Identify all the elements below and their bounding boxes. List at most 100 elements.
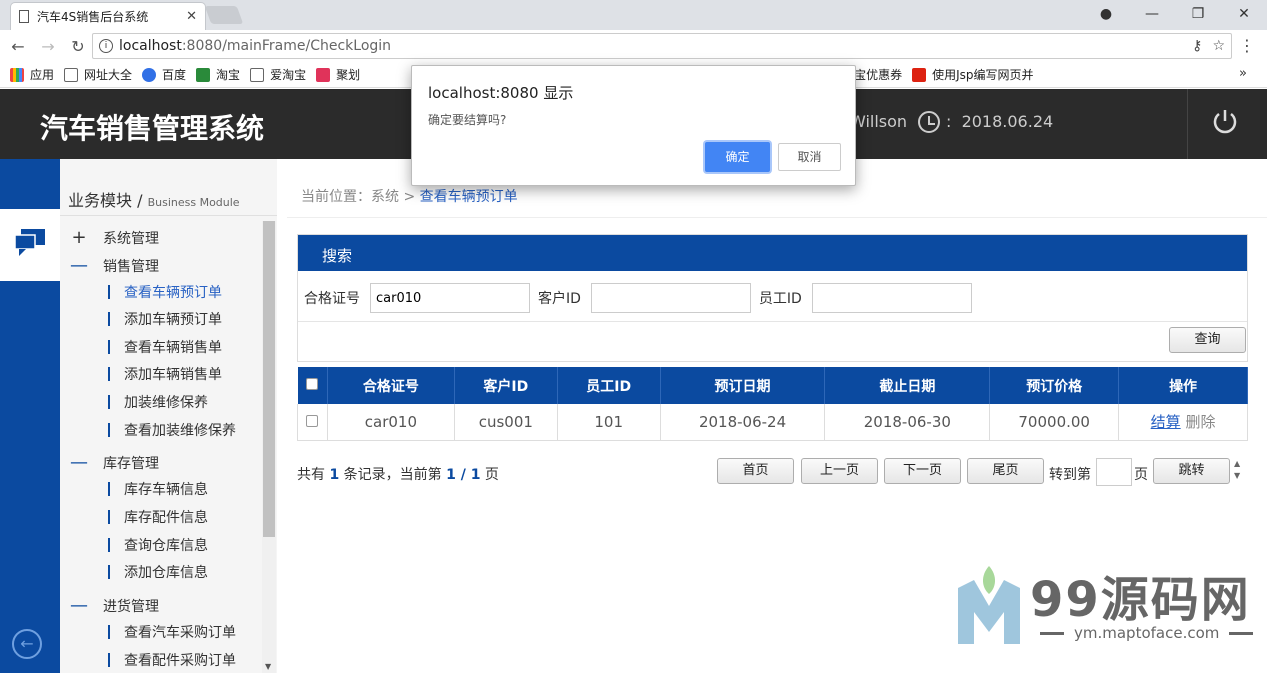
new-tab-button[interactable] <box>204 6 244 24</box>
sidebar-item-stock-parts[interactable]: 库存配件信息 <box>108 507 208 527</box>
next-page-button[interactable]: 下一页 <box>884 458 961 484</box>
tab-close-icon[interactable]: ✕ <box>186 9 197 24</box>
sidebar-scrollbar[interactable]: ▼ <box>262 221 276 673</box>
browser-tab[interactable]: 汽车4S销售后台系统 ✕ <box>10 2 206 30</box>
prev-page-button[interactable]: 上一页 <box>801 458 878 484</box>
confirm-button[interactable]: 确定 <box>705 142 770 172</box>
bookmark-item[interactable]: 使用Jsp编写网页并 <box>912 66 1034 83</box>
minus-icon: — <box>70 452 88 473</box>
cancel-button[interactable]: 取消 <box>778 143 841 171</box>
bookmark-item[interactable]: 淘宝 <box>196 66 240 83</box>
settle-link[interactable]: 结算 <box>1151 413 1181 431</box>
maximize-icon[interactable]: ❐ <box>1175 6 1221 22</box>
left-rail: ← <box>0 159 60 673</box>
first-page-button[interactable]: 首页 <box>717 458 794 484</box>
dialog-title: localhost:8080 显示 <box>428 84 574 102</box>
cert-label: 合格证号 <box>304 291 360 307</box>
info-icon[interactable]: i <box>99 39 113 53</box>
goto-page-input[interactable] <box>1096 458 1132 486</box>
clock-icon <box>918 111 940 133</box>
page-label: 页 <box>1134 467 1148 483</box>
sidebar-title: 业务模块 / Business Module <box>68 191 240 210</box>
baidu-icon <box>142 67 157 82</box>
address-bar[interactable]: i localhost:8080/mainFrame/CheckLogin ⚷ … <box>92 33 1232 59</box>
cert-input[interactable] <box>370 283 530 313</box>
tab-title: 汽车4S销售后台系统 <box>37 10 149 24</box>
staff-input[interactable] <box>811 283 972 313</box>
profile-icon[interactable]: ● <box>1083 6 1129 22</box>
column-header: 操作 <box>1118 367 1248 404</box>
star-icon[interactable]: ☆ <box>1212 38 1225 54</box>
price-cell: 70000.00 <box>989 404 1120 441</box>
url-text: localhost:8080/mainFrame/CheckLogin <box>119 38 392 54</box>
select-all-checkbox[interactable] <box>306 377 319 390</box>
browser-menu-icon[interactable]: ⋮ <box>1239 36 1255 55</box>
cert-cell: car010 <box>326 404 455 441</box>
search-panel-title: 搜索 <box>298 235 1247 271</box>
app-title: 汽车销售管理系统 <box>40 112 265 145</box>
page-icon <box>250 67 265 82</box>
browser-toolbar: ← → ↻ i localhost:8080/mainFrame/CheckLo… <box>0 30 1267 62</box>
sidebar-item-vehicle-purchase[interactable]: 查看汽车采购订单 <box>108 622 236 642</box>
close-window-icon[interactable]: ✕ <box>1221 6 1267 22</box>
delete-link[interactable]: 删除 <box>1185 413 1215 431</box>
last-page-button[interactable]: 尾页 <box>967 458 1044 484</box>
breadcrumb-current[interactable]: 查看车辆预订单 <box>420 189 518 205</box>
column-header: 预订价格 <box>989 367 1120 404</box>
sidebar-group-inventory[interactable]: — 库存管理 <box>68 452 159 473</box>
column-header: 预订日期 <box>660 367 826 404</box>
bookmark-apps[interactable]: 应用 <box>10 66 54 83</box>
sidebar-group-purchase[interactable]: — 进货管理 <box>68 595 159 616</box>
sidebar-item-view-reservations[interactable]: 查看车辆预订单 <box>108 282 222 302</box>
select-all-cell <box>297 367 328 404</box>
bookmark-item[interactable]: 百度 <box>142 66 186 83</box>
sidebar: 业务模块 / Business Module + 系统管理 — 销售管理 查看车辆预… <box>60 159 277 673</box>
power-icon[interactable] <box>1210 107 1240 137</box>
column-header: 员工ID <box>557 367 661 404</box>
minimize-icon[interactable]: — <box>1129 6 1175 22</box>
customer-input[interactable] <box>590 283 751 313</box>
document-icon <box>19 10 29 23</box>
column-header: 截止日期 <box>824 367 991 404</box>
query-button[interactable]: 查询 <box>1169 327 1246 353</box>
staff-cell: 101 <box>556 404 661 441</box>
table-header-row: 合格证号 客户ID 员工ID 预订日期 截止日期 预订价格 操作 <box>297 367 1248 404</box>
sidebar-item-maintenance[interactable]: 加装维修保养 <box>108 392 208 412</box>
goto-label: 转到第 <box>1049 467 1091 483</box>
row-select-cell <box>297 404 328 441</box>
bookmark-item[interactable]: 爱淘宝 <box>250 66 306 83</box>
staff-label: 员工ID <box>758 291 802 307</box>
reload-icon[interactable]: ↻ <box>66 37 90 56</box>
sidebar-item-add-sale[interactable]: 添加车辆销售单 <box>108 364 222 384</box>
scroll-down-icon[interactable]: ▼ <box>265 662 271 671</box>
minus-icon: — <box>70 595 88 616</box>
sidebar-item-view-sales[interactable]: 查看车辆销售单 <box>108 337 222 357</box>
bookmark-item[interactable]: 聚划 <box>316 66 360 83</box>
jump-button[interactable]: 跳转 <box>1153 458 1230 484</box>
sidebar-item-query-warehouse[interactable]: 查询仓库信息 <box>108 535 208 555</box>
bookmarks-more-icon[interactable]: » <box>1239 66 1247 81</box>
row-checkbox[interactable] <box>306 414 319 427</box>
watermark-subtext: ym.maptoface.com <box>1030 624 1263 642</box>
sidebar-item-parts-purchase[interactable]: 查看配件采购订单 <box>108 650 236 670</box>
customer-cell: cus001 <box>453 404 558 441</box>
search-form: 合格证号 客户ID 员工ID <box>304 283 980 313</box>
window-controls: ● — ❐ ✕ <box>1083 0 1267 28</box>
back-icon[interactable]: ← <box>6 37 30 56</box>
actions-cell: 结算 删除 <box>1118 404 1248 441</box>
page-spinner[interactable]: ▲ ▼ <box>1234 458 1240 482</box>
sidebar-group-sales[interactable]: — 销售管理 <box>68 255 159 276</box>
collapse-icon[interactable]: ← <box>12 629 42 659</box>
sidebar-group-system[interactable]: + 系统管理 <box>68 227 159 248</box>
scrollbar-thumb[interactable] <box>263 221 275 537</box>
forward-icon[interactable]: → <box>36 37 60 56</box>
table-row: car010 cus001 101 2018-06-24 2018-06-30 … <box>297 404 1248 441</box>
sidebar-item-add-reservation[interactable]: 添加车辆预订单 <box>108 309 222 329</box>
sidebar-item-add-warehouse[interactable]: 添加仓库信息 <box>108 562 208 582</box>
sidebar-item-stock-vehicles[interactable]: 库存车辆信息 <box>108 479 208 499</box>
chat-icon <box>15 229 45 256</box>
key-icon[interactable]: ⚷ <box>1192 38 1202 54</box>
results-table: 合格证号 客户ID 员工ID 预订日期 截止日期 预订价格 操作 car010 … <box>297 367 1248 441</box>
bookmark-item[interactable]: 网址大全 <box>64 66 132 83</box>
sidebar-item-view-maintenance[interactable]: 查看加装维修保养 <box>108 420 236 440</box>
